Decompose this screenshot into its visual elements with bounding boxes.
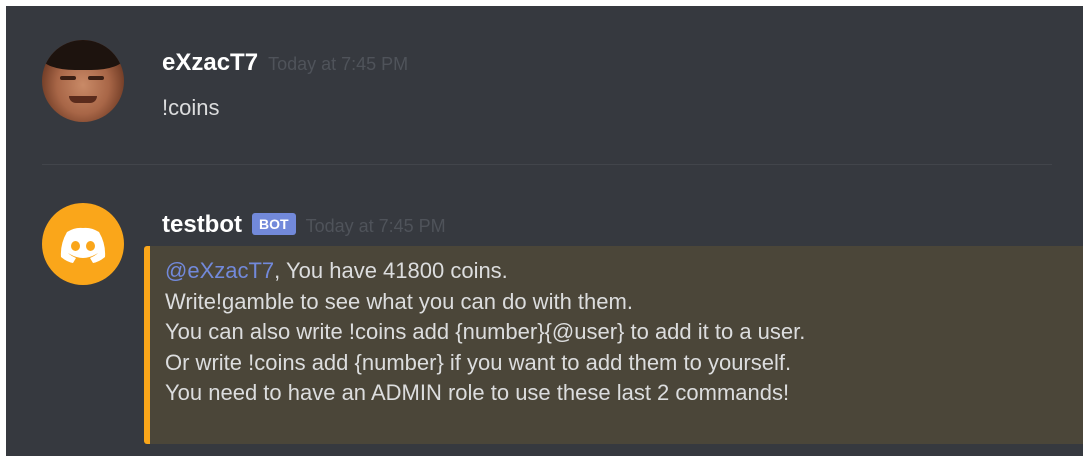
embed-line: @eXzacT7, You have 41800 coins. <box>165 256 1083 287</box>
message-timestamp: Today at 7:45 PM <box>268 54 409 74</box>
bot-avatar[interactable] <box>42 203 124 285</box>
discord-logo-icon <box>60 227 106 263</box>
bot-embed: @eXzacT7, You have 41800 coins. Write!ga… <box>144 246 1083 444</box>
author-name[interactable]: testbot <box>162 211 242 238</box>
user-avatar[interactable] <box>42 40 124 122</box>
embed-line: Or write !coins add {number} if you want… <box>165 349 792 375</box>
embed-line: You need to have an ADMIN role to use th… <box>165 380 790 405</box>
message-author[interactable]: testbot BOT Today at 7:45 PM <box>162 211 446 240</box>
author-name[interactable]: eXzacT7 <box>162 49 258 76</box>
message-timestamp: Today at 7:45 PM <box>305 216 446 236</box>
message-author[interactable]: eXzacT7 Today at 7:45 PM <box>162 49 408 78</box>
bot-badge: BOT <box>252 213 296 235</box>
message-divider <box>42 164 1052 165</box>
user-mention[interactable]: @eXzacT7 <box>165 258 274 283</box>
embed-line: You can also write !coins add {number}{@… <box>165 319 806 344</box>
embed-line-text: , You have 41800 coins. <box>274 258 508 283</box>
embed-line: Write!gamble to see what you can do with… <box>165 288 633 314</box>
chat-area: eXzacT7 Today at 7:45 PM !coins testbot BO… <box>6 6 1083 456</box>
message-content: !coins <box>162 95 220 120</box>
